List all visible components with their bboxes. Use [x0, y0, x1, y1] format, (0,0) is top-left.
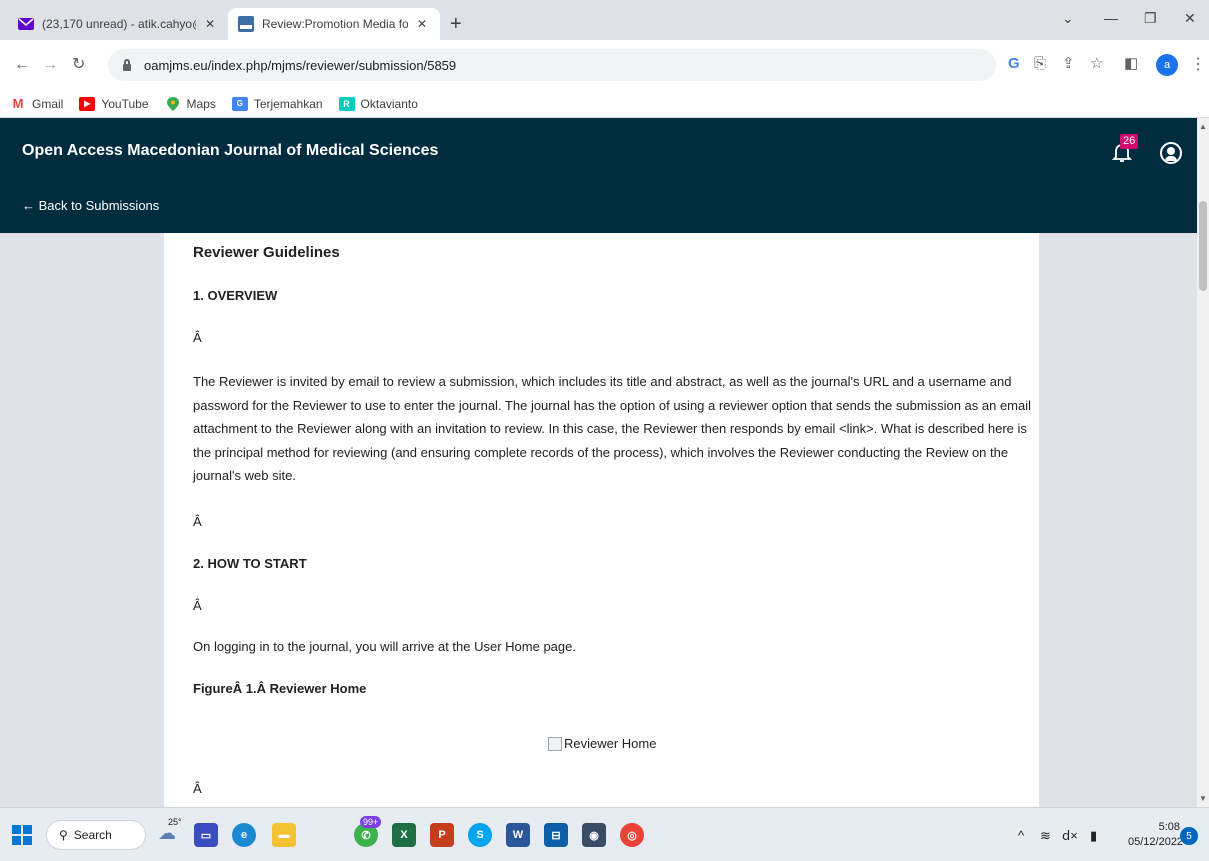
spacer-text: Â: [193, 514, 202, 529]
spacer-text: Â: [193, 781, 202, 796]
back-icon[interactable]: ←: [14, 56, 30, 74]
translate-icon: G: [231, 96, 248, 111]
figure-caption: FigureÂ 1.Â Reviewer Home: [193, 681, 367, 696]
bookmark-label: Oktavianto: [360, 96, 418, 111]
windows-taskbar: ⚲ Search ☁ 25° ▭ e ▬ ✆ 99+ X P S W ⊟ ◉ ◎ …: [0, 807, 1209, 861]
tab-review[interactable]: Review:Promotion Media for Chil ✕: [228, 8, 440, 40]
url-field[interactable]: oamjms.eu/index.php/mjms/reviewer/submis…: [108, 49, 996, 81]
gmail-icon: M: [12, 96, 24, 111]
page-title: Reviewer Guidelines: [193, 244, 340, 261]
clock-time: 5:08: [1158, 821, 1180, 833]
excel-icon[interactable]: X: [392, 823, 416, 847]
share-icon[interactable]: ⇪: [1062, 55, 1075, 73]
google-lens-icon[interactable]: G: [1008, 55, 1020, 73]
reviewer-home-image: Reviewer Home: [548, 736, 656, 751]
close-window-icon[interactable]: ✕: [1184, 10, 1196, 27]
translate-page-icon[interactable]: ⎘: [1034, 55, 1046, 73]
tab-mail[interactable]: (23,170 unread) - atik.cahyo@yah ✕: [8, 8, 228, 40]
search-icon: ⚲: [59, 828, 68, 842]
close-tab-icon[interactable]: ✕: [202, 16, 218, 32]
close-tab-icon[interactable]: ✕: [414, 16, 430, 32]
tab-title: (23,170 unread) - atik.cahyo@yah: [42, 17, 196, 31]
journal-title[interactable]: Open Access Macedonian Journal of Medica…: [22, 142, 438, 160]
tab-search-icon[interactable]: ⌄: [1062, 10, 1074, 27]
section-heading-how-to-start: 2. HOW TO START: [193, 556, 307, 571]
file-explorer-icon[interactable]: ▬: [272, 823, 296, 847]
bookmark-terjemahkan[interactable]: G Terjemahkan: [231, 96, 323, 111]
spacer-text: Â: [193, 598, 202, 613]
broken-image-icon: [548, 736, 562, 751]
start-paragraph: On logging in to the journal, you will a…: [193, 639, 576, 654]
reviewer-guidelines-panel: Reviewer Guidelines 1. OVERVIEW Â The Re…: [164, 233, 1039, 807]
bookmark-label: Gmail: [32, 96, 64, 111]
back-to-submissions-link[interactable]: ← Back to Submissions: [22, 198, 159, 213]
scroll-down-icon[interactable]: ▼: [1199, 794, 1207, 803]
volume-icon[interactable]: ⅾ×: [1062, 828, 1078, 844]
tab-strip: (23,170 unread) - atik.cahyo@yah ✕ Revie…: [0, 0, 1209, 40]
scrollbar-thumb[interactable]: [1199, 201, 1207, 291]
page-scrollbar[interactable]: ▲ ▼: [1197, 118, 1209, 807]
scroll-up-icon[interactable]: ▲: [1199, 122, 1207, 131]
url-text[interactable]: oamjms.eu/index.php/mjms/reviewer/submis…: [144, 58, 456, 73]
skype-icon[interactable]: S: [468, 823, 492, 847]
chat-app-icon[interactable]: ▭: [194, 823, 218, 847]
search-label: Search: [73, 828, 112, 842]
edge-icon[interactable]: e: [232, 823, 256, 847]
new-tab-icon[interactable]: +: [450, 14, 462, 34]
bookmark-gmail[interactable]: M Gmail: [10, 96, 64, 111]
side-panel-icon[interactable]: ◧: [1124, 55, 1138, 73]
bookmark-label: Maps: [186, 96, 216, 111]
overview-paragraph: The Reviewer is invited by email to revi…: [193, 374, 1032, 483]
app-icon[interactable]: ⊟: [544, 823, 568, 847]
chrome-icon[interactable]: ◎: [620, 823, 644, 847]
mail-icon: [18, 16, 34, 32]
tab-title: Review:Promotion Media for Chil: [262, 17, 408, 31]
clock[interactable]: 5:08 05/12/2022: [1128, 820, 1184, 850]
bookmark-youtube[interactable]: ▶ YouTube: [79, 96, 149, 111]
word-icon[interactable]: W: [506, 823, 530, 847]
notification-count-badge: 26: [1120, 134, 1139, 149]
youtube-icon: ▶: [79, 96, 96, 111]
menu-icon[interactable]: ⋮: [1190, 54, 1206, 74]
user-profile-icon[interactable]: [1160, 142, 1182, 164]
bookmarks-bar: M Gmail ▶ YouTube Maps G Terjemahkan R O…: [0, 90, 1209, 118]
clock-date: 05/12/2022: [1128, 836, 1184, 848]
bookmark-label: YouTube: [101, 96, 149, 111]
forward-icon[interactable]: →: [42, 56, 58, 74]
whatsapp-badge: 99+: [360, 816, 382, 828]
restore-icon[interactable]: ❐: [1144, 10, 1157, 27]
address-bar-row: ← → ↻ oamjms.eu/index.php/mjms/reviewer/…: [0, 40, 1209, 90]
start-icon[interactable]: [12, 825, 32, 845]
journal-favicon: [238, 16, 254, 32]
bookmark-maps[interactable]: Maps: [165, 96, 216, 111]
minimize-icon[interactable]: —: [1104, 10, 1118, 26]
bookmark-star-icon[interactable]: ☆: [1090, 55, 1103, 73]
chevron-up-icon[interactable]: ^: [1018, 828, 1024, 843]
bookmark-oktavianto[interactable]: R Oktavianto: [338, 96, 418, 111]
researchgate-icon: R: [338, 96, 355, 111]
weather-temp: 25°: [168, 817, 182, 827]
maps-icon: [165, 96, 181, 111]
weather-icon[interactable]: ☁ 25°: [158, 817, 182, 844]
powerpoint-icon[interactable]: P: [430, 823, 454, 847]
taskbar-search[interactable]: ⚲ Search: [46, 820, 146, 850]
wifi-icon[interactable]: ≋: [1040, 828, 1051, 844]
site-header: Open Access Macedonian Journal of Medica…: [0, 118, 1197, 233]
image-alt-text: Reviewer Home: [564, 736, 657, 751]
reload-icon[interactable]: ↻: [72, 56, 85, 74]
spacer-text: Â: [193, 330, 202, 345]
battery-icon[interactable]: ▮: [1090, 828, 1097, 844]
section-heading-overview: 1. OVERVIEW: [193, 288, 278, 303]
page-viewport: Open Access Macedonian Journal of Medica…: [0, 118, 1197, 807]
profile-avatar[interactable]: a: [1156, 54, 1178, 76]
notification-center-badge[interactable]: 5: [1180, 827, 1198, 845]
bookmark-label: Terjemahkan: [253, 96, 323, 111]
camera-icon[interactable]: ◉: [582, 823, 606, 847]
lock-icon[interactable]: [122, 59, 132, 71]
